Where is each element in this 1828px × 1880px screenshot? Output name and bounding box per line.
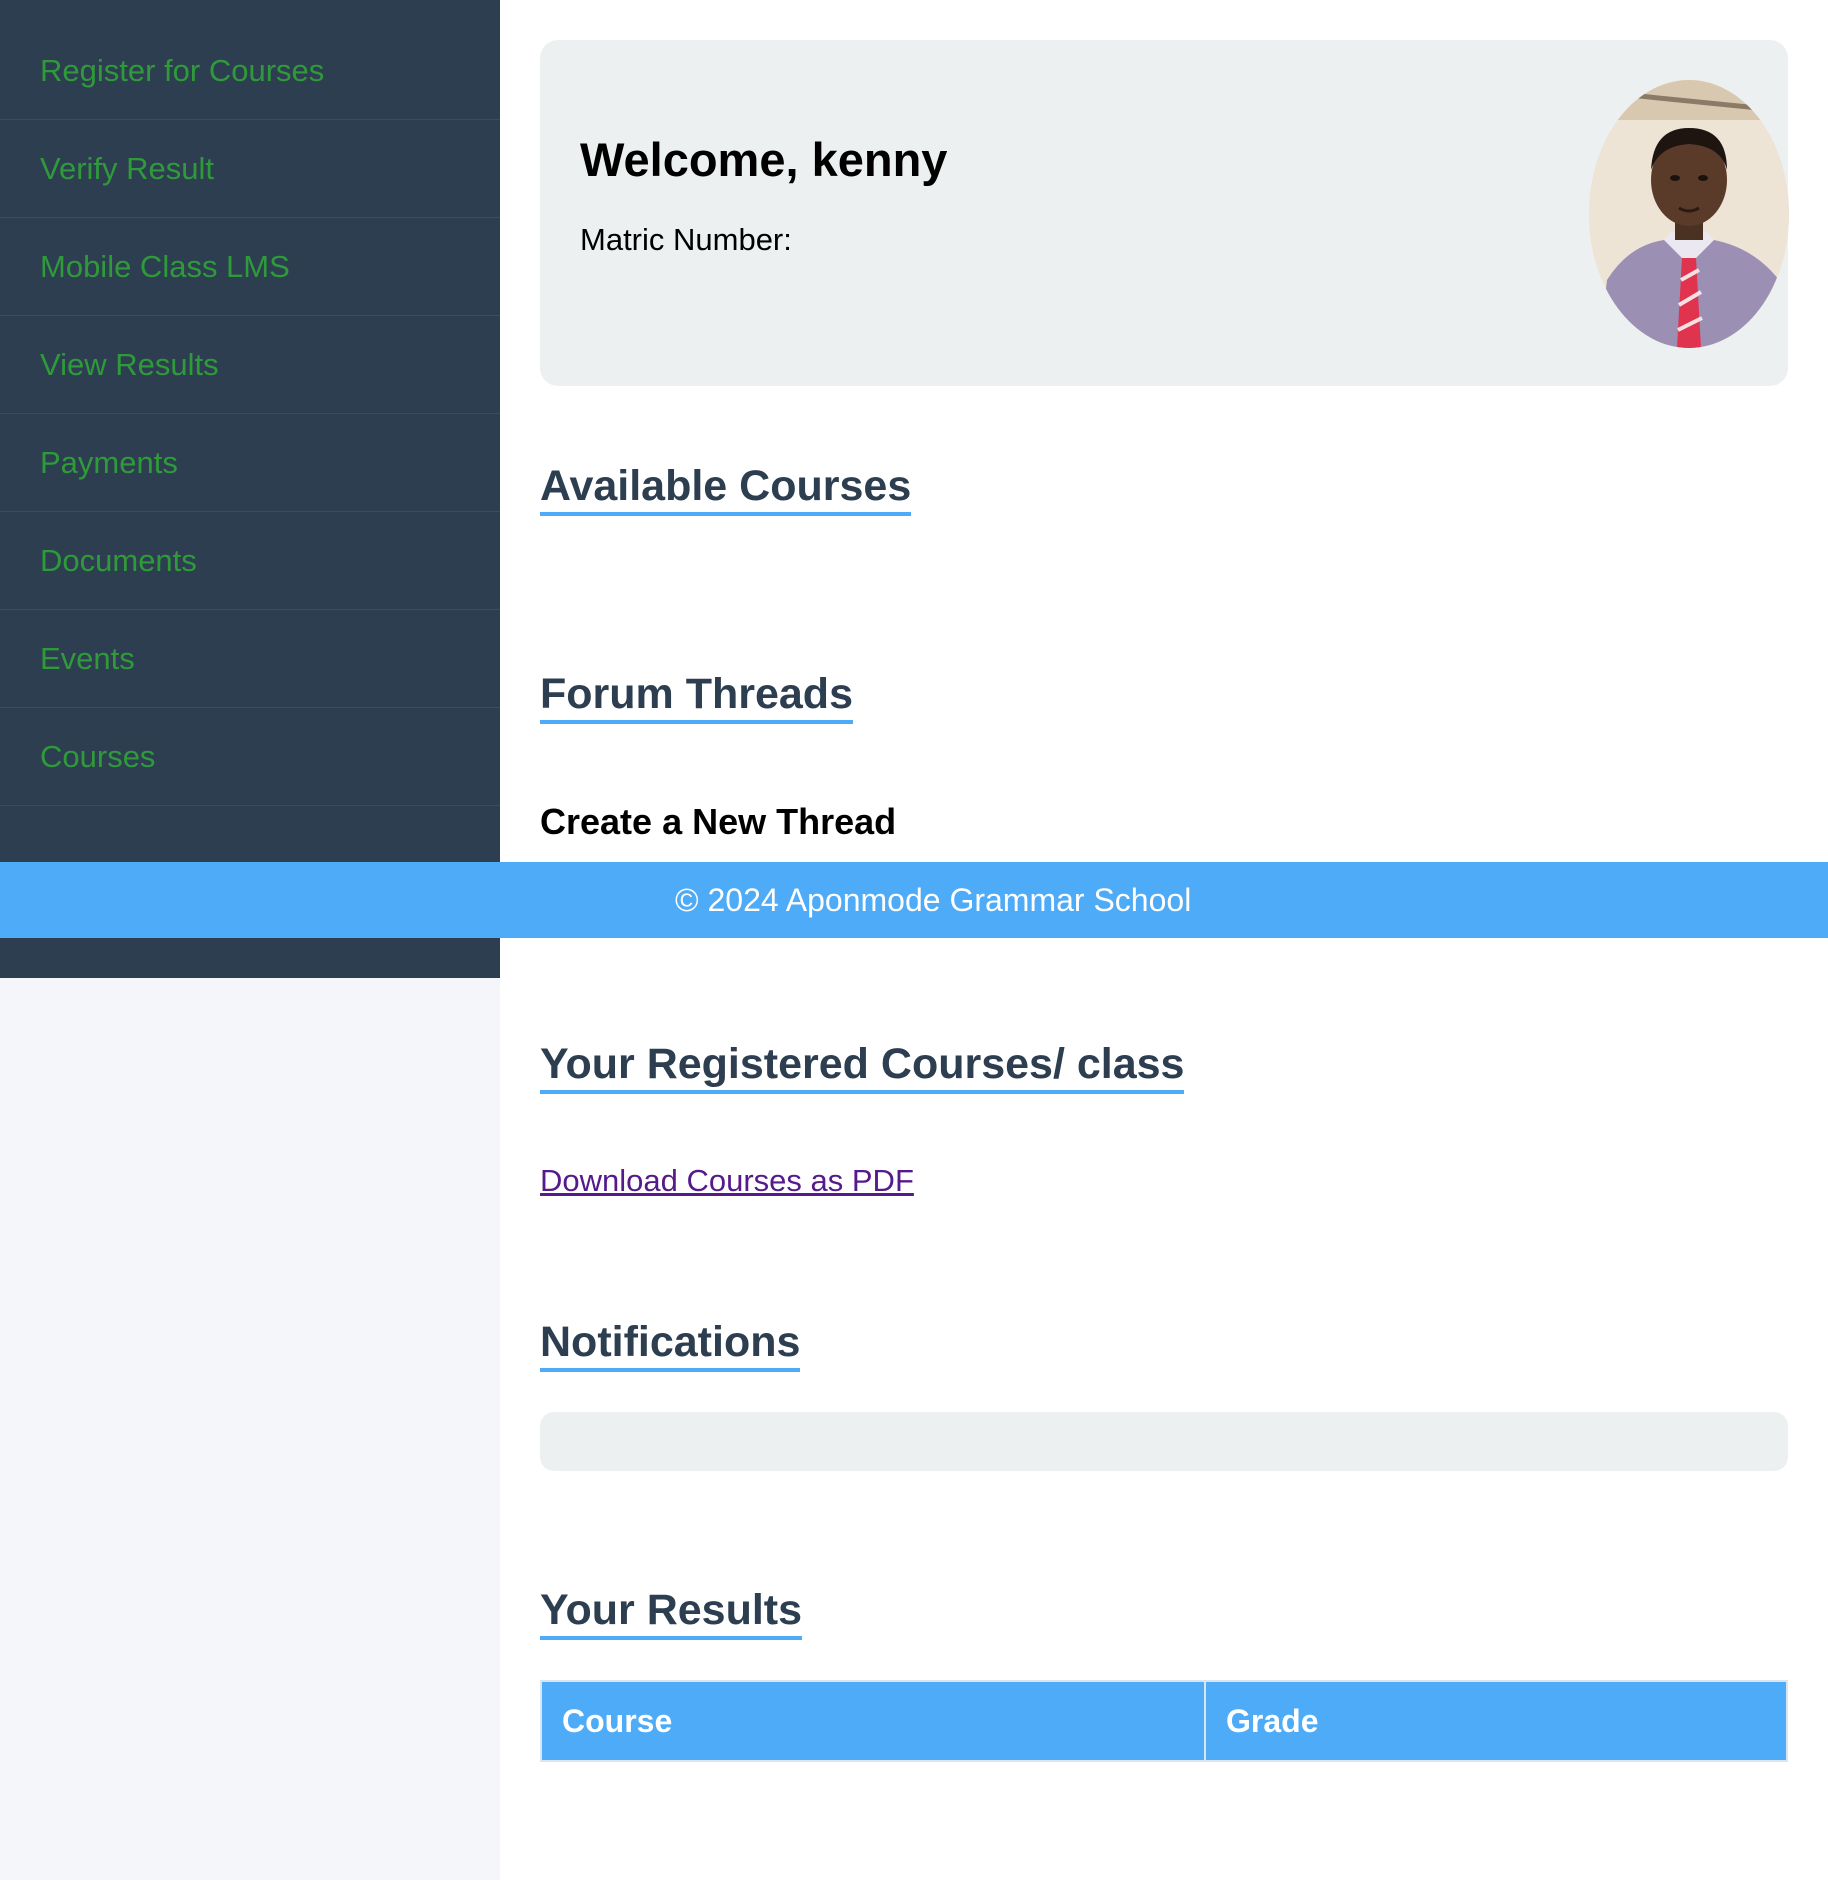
sidebar-item-register-courses: Register for Courses xyxy=(0,22,500,120)
grade-column-header: Grade xyxy=(1204,1680,1788,1762)
forum-threads-heading: Forum Threads xyxy=(540,670,853,725)
sidebar: Register for Courses Verify Result Mobil… xyxy=(0,0,500,978)
create-thread-heading: Create a New Thread xyxy=(540,801,897,842)
results-heading: Your Results xyxy=(540,1586,803,1641)
notifications-panel xyxy=(540,1412,1788,1471)
register-courses-link[interactable]: Register for Courses xyxy=(40,53,324,89)
course-column-header: Course xyxy=(540,1680,1206,1762)
footer-copyright: © 2024 Aponmode Grammar School xyxy=(675,881,1192,918)
view-results-link[interactable]: View Results xyxy=(40,347,219,383)
profile-photo-icon xyxy=(1589,80,1789,348)
sidebar-item-mobile-class-lms: Mobile Class LMS xyxy=(0,218,500,316)
mobile-class-lms-link[interactable]: Mobile Class LMS xyxy=(40,249,290,285)
courses-link[interactable]: Courses xyxy=(40,739,155,775)
events-link[interactable]: Events xyxy=(40,641,135,677)
sidebar-item-verify-result: Verify Result xyxy=(0,120,500,218)
results-table: Course Grade xyxy=(540,1680,1788,1762)
welcome-card xyxy=(540,40,1789,386)
matric-number-label: Matric Number: xyxy=(580,222,792,257)
payments-link[interactable]: Payments xyxy=(40,445,178,481)
sidebar-item-events: Events xyxy=(0,610,500,708)
documents-link[interactable]: Documents xyxy=(40,543,197,579)
sidebar-item-courses: Courses xyxy=(0,708,500,806)
notifications-heading: Notifications xyxy=(540,1318,801,1373)
download-pdf-link[interactable]: Download Courses as PDF xyxy=(540,1163,914,1199)
footer-bar: © 2024 Aponmode Grammar School xyxy=(0,862,1828,938)
avatar xyxy=(1589,80,1789,348)
sidebar-item-payments: Payments xyxy=(0,414,500,512)
table-header-row: Course Grade xyxy=(540,1680,1788,1762)
welcome-title: Welcome, kenny xyxy=(580,133,948,186)
sidebar-item-documents: Documents xyxy=(0,512,500,610)
sidebar-item-view-results: View Results xyxy=(0,316,500,414)
dashboard-page: Register for Courses Verify Result Mobil… xyxy=(0,0,1828,1880)
registered-courses-heading: Your Registered Courses/ class xyxy=(540,1040,1185,1095)
verify-result-link[interactable]: Verify Result xyxy=(40,151,214,187)
main-content: Welcome, kenny Matric Number: Available … xyxy=(500,0,1828,1880)
sidebar-menu: Register for Courses Verify Result Mobil… xyxy=(0,0,500,806)
available-courses-heading: Available Courses xyxy=(540,462,912,517)
